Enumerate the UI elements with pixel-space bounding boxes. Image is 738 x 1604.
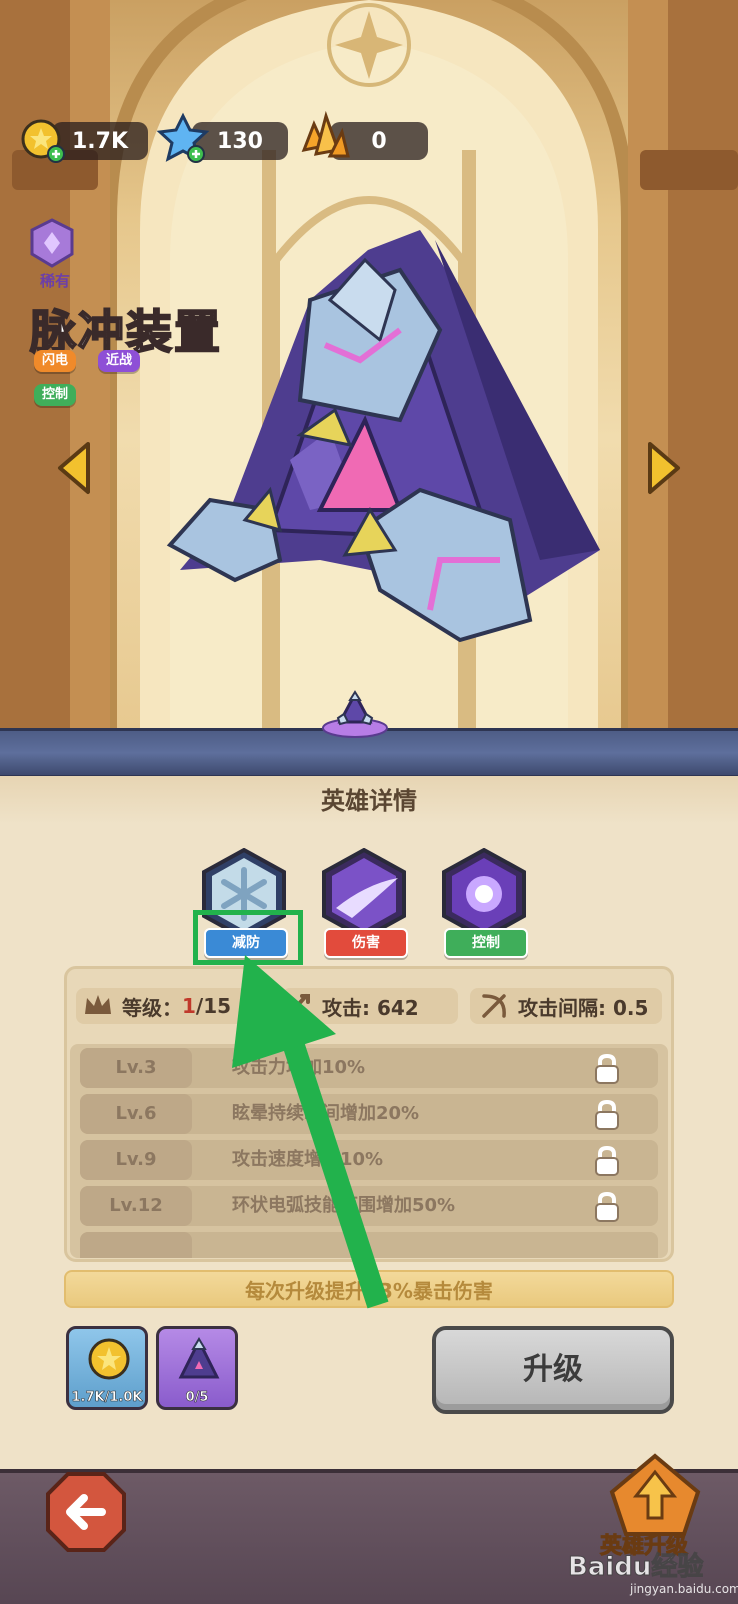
list-item: Lv.12 环状电弧技能范围增加50% (80, 1186, 658, 1226)
level-label: 等级： (122, 995, 182, 1020)
blue-crystal-icon[interactable] (156, 112, 210, 166)
orange-crystal-icon (301, 110, 350, 158)
lock-icon (595, 1053, 619, 1084)
list-item: Lv.3 攻击力增加10% (80, 1048, 658, 1088)
level-chip-partial (80, 1232, 192, 1258)
shards-value: 0 (371, 128, 387, 154)
slash-skill-icon (322, 848, 406, 940)
lock-icon (595, 1099, 619, 1130)
level-stat: 等级： 1 /15 (122, 988, 231, 1024)
watermark-logo: Baidu经验 (567, 1552, 704, 1583)
level-chip-lv3: Lv.3 (80, 1048, 192, 1088)
level-current: 1 (182, 994, 196, 1018)
hero-mini-icon (322, 690, 388, 738)
hero-shard-icon (178, 1337, 220, 1379)
level-bonus-text: 眩晕持续时间增加20% (232, 1103, 420, 1124)
list-item: Lv.9 攻击速度增加10% (80, 1140, 658, 1180)
panel-title: 英雄详情 (0, 776, 738, 824)
gold-coin-icon (88, 1338, 130, 1380)
sword-icon (286, 994, 310, 1018)
shard-cost-card[interactable]: 0/5 (156, 1326, 238, 1410)
level-chip-lv9: Lv.9 (80, 1140, 192, 1180)
crown-icon (85, 995, 111, 1014)
lock-icon (595, 1145, 619, 1176)
gold-value: 1.7K (71, 128, 129, 154)
gold-cost-value: 1.7K/1.0K (71, 1390, 143, 1406)
upgrade-button[interactable]: 升级 (432, 1326, 674, 1414)
next-hero-arrow-icon[interactable] (644, 440, 684, 496)
tag-melee: 近战 (98, 350, 141, 372)
gold-cost-card[interactable]: 1.7K/1.0K (66, 1326, 148, 1410)
skill-label-damage: 伤害 (324, 928, 408, 958)
skill-control[interactable]: 控制 (434, 848, 534, 958)
gold-counter: 1.7K (52, 122, 148, 160)
lock-icon (595, 1191, 619, 1222)
back-arrow-icon[interactable] (44, 1470, 128, 1554)
list-item-partial (80, 1232, 658, 1258)
level-bonus-text: 攻击速度增加10% (232, 1149, 384, 1170)
rarity-emblem-icon (30, 218, 74, 268)
watermark-url: jingyan.baidu.com (630, 1582, 738, 1596)
highlight-box (193, 910, 303, 965)
list-item: Lv.6 眩晕持续时间增加20% (80, 1094, 658, 1134)
level-chip-lv12: Lv.12 (80, 1186, 192, 1226)
tag-lightning: 闪电 (34, 350, 77, 372)
level-bonus-text: 攻击力增加10% (232, 1057, 366, 1078)
level-unlock-list[interactable]: Lv.3 攻击力增加10% Lv.6 眩晕持续时间增加20% Lv.9 攻击速度… (70, 1044, 668, 1258)
level-bonus-text: 环状电弧技能范围增加50% (232, 1195, 456, 1216)
level-max: /15 (195, 994, 232, 1018)
rarity-label: 稀有 (40, 272, 71, 290)
shard-cost-value: 0/5 (185, 1390, 209, 1406)
previous-hero-arrow-icon[interactable] (54, 440, 94, 496)
upgrade-bonus-bar: 每次升级提升13%暴击伤害 (64, 1270, 674, 1308)
burst-skill-icon (442, 848, 526, 940)
tag-control: 控制 (34, 384, 77, 406)
gems-value: 130 (217, 128, 263, 154)
skill-label-control: 控制 (444, 928, 528, 958)
gold-coin-icon[interactable] (20, 118, 66, 164)
bow-icon (482, 994, 506, 1018)
level-chip-lv6: Lv.6 (80, 1094, 192, 1134)
attack-stat: 攻击: 642 (322, 995, 419, 1020)
interval-stat: 攻击间隔: 0.5 (518, 995, 649, 1020)
hero-scene: 1.7K 130 0 稀有 脉冲装置 闪电 近战 控制 (0, 0, 738, 730)
skill-damage[interactable]: 伤害 (314, 848, 414, 958)
